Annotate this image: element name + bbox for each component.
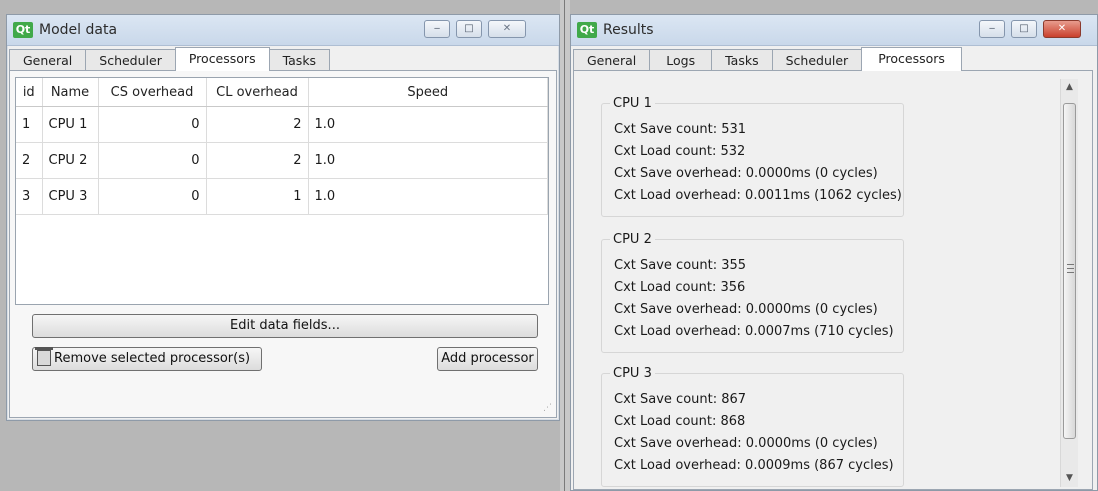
tab-scheduler[interactable]: Scheduler bbox=[85, 49, 176, 70]
minimize-button[interactable]: ‒ bbox=[979, 20, 1005, 38]
load-overhead: Cxt Load overhead: 0.0007ms (710 cycles) bbox=[614, 324, 894, 339]
results-scroll-area[interactable]: CPU 1 Cxt Save count: 531 Cxt Load count… bbox=[582, 79, 1078, 487]
tab-tasks[interactable]: Tasks bbox=[711, 49, 773, 70]
model-data-window: Qt Model data ‒ □ ✕ General Scheduler Pr… bbox=[6, 14, 560, 421]
table-header-row: id Name CS overhead CL overhead Speed bbox=[16, 78, 548, 107]
cell-id[interactable]: 3 bbox=[16, 178, 43, 215]
tab-processors[interactable]: Processors bbox=[174, 47, 270, 71]
save-overhead: Cxt Save overhead: 0.0000ms (0 cycles) bbox=[614, 166, 878, 181]
results-window: Qt Results ‒ □ ✕ General Logs Tasks Sche… bbox=[570, 14, 1098, 491]
cell-cs-overhead[interactable]: 0 bbox=[98, 106, 207, 143]
tab-general[interactable]: General bbox=[573, 49, 651, 70]
close-button[interactable]: ✕ bbox=[488, 20, 526, 38]
load-count: Cxt Load count: 532 bbox=[614, 144, 746, 159]
processor-table[interactable]: id Name CS overhead CL overhead Speed 1 … bbox=[15, 77, 549, 305]
column-header-id[interactable]: id bbox=[16, 78, 43, 107]
remove-processor-button[interactable]: Remove selected processor(s) bbox=[32, 347, 262, 371]
edit-data-fields-button[interactable]: Edit data fields... bbox=[32, 314, 538, 338]
column-header-speed[interactable]: Speed bbox=[308, 78, 548, 107]
maximize-icon: □ bbox=[464, 23, 474, 34]
model-tab-bar: General Scheduler Processors Tasks bbox=[9, 47, 331, 71]
close-icon: ✕ bbox=[502, 23, 512, 34]
save-overhead: Cxt Save overhead: 0.0000ms (0 cycles) bbox=[614, 436, 878, 451]
cell-speed[interactable]: 1.0 bbox=[308, 178, 548, 215]
tab-scheduler[interactable]: Scheduler bbox=[771, 49, 863, 70]
load-overhead: Cxt Load overhead: 0.0009ms (867 cycles) bbox=[614, 458, 894, 473]
load-overhead: Cxt Load overhead: 0.0011ms (1062 cycles… bbox=[614, 188, 902, 203]
save-count: Cxt Save count: 531 bbox=[614, 122, 747, 137]
cpu-group-title: CPU 3 bbox=[610, 366, 655, 381]
results-tab-bar: General Logs Tasks Scheduler Processors bbox=[573, 47, 962, 71]
cpu-group: CPU 1 Cxt Save count: 531 Cxt Load count… bbox=[601, 96, 904, 217]
cell-name[interactable]: CPU 2 bbox=[42, 142, 99, 179]
cell-cl-overhead[interactable]: 1 bbox=[206, 178, 309, 215]
cell-name[interactable]: CPU 3 bbox=[42, 178, 99, 215]
close-icon: ✕ bbox=[1057, 23, 1067, 34]
maximize-button[interactable]: □ bbox=[456, 20, 482, 38]
table-row[interactable]: 2 CPU 2 0 2 1.0 bbox=[16, 142, 548, 179]
load-count: Cxt Load count: 868 bbox=[614, 414, 746, 429]
save-overhead: Cxt Save overhead: 0.0000ms (0 cycles) bbox=[614, 302, 878, 317]
cell-cs-overhead[interactable]: 0 bbox=[98, 142, 207, 179]
cell-id[interactable]: 2 bbox=[16, 142, 43, 179]
tab-processors[interactable]: Processors bbox=[861, 47, 962, 71]
save-count: Cxt Save count: 355 bbox=[614, 258, 747, 273]
grip-icon bbox=[1067, 264, 1074, 273]
model-titlebar[interactable]: Qt Model data ‒ □ ✕ bbox=[7, 15, 559, 46]
save-count: Cxt Save count: 867 bbox=[614, 392, 747, 407]
scroll-up-icon[interactable]: ▲ bbox=[1061, 79, 1078, 96]
cpu-group-title: CPU 2 bbox=[610, 232, 655, 247]
add-processor-button[interactable]: Add processor bbox=[437, 347, 538, 371]
column-header-cs-overhead[interactable]: CS overhead bbox=[98, 78, 207, 107]
tab-general[interactable]: General bbox=[9, 49, 87, 70]
remove-processor-label: Remove selected processor(s) bbox=[54, 351, 251, 366]
window-title: Results bbox=[603, 22, 654, 38]
window-divider bbox=[564, 0, 565, 491]
trash-icon bbox=[35, 347, 53, 366]
qt-logo-icon: Qt bbox=[577, 22, 597, 38]
minimize-icon: ‒ bbox=[988, 23, 996, 34]
minimize-button[interactable]: ‒ bbox=[424, 20, 450, 38]
cell-cl-overhead[interactable]: 2 bbox=[206, 106, 309, 143]
table-row[interactable]: 1 CPU 1 0 2 1.0 bbox=[16, 106, 548, 143]
window-title: Model data bbox=[39, 22, 118, 38]
scroll-thumb[interactable] bbox=[1063, 103, 1076, 439]
scroll-down-icon[interactable]: ▼ bbox=[1061, 470, 1078, 487]
tab-logs[interactable]: Logs bbox=[649, 49, 713, 70]
cell-cs-overhead[interactable]: 0 bbox=[98, 178, 207, 215]
cell-id[interactable]: 1 bbox=[16, 106, 43, 143]
table-row[interactable]: 3 CPU 3 0 1 1.0 bbox=[16, 178, 548, 215]
cpu-group-title: CPU 1 bbox=[610, 96, 655, 111]
results-processors-pane: CPU 1 Cxt Save count: 531 Cxt Load count… bbox=[573, 70, 1093, 490]
close-button[interactable]: ✕ bbox=[1043, 20, 1081, 38]
cell-name[interactable]: CPU 1 bbox=[42, 106, 99, 143]
load-count: Cxt Load count: 356 bbox=[614, 280, 746, 295]
minimize-icon: ‒ bbox=[433, 23, 441, 34]
desktop-gap bbox=[560, 0, 570, 491]
qt-logo-icon: Qt bbox=[13, 22, 33, 38]
size-grip-icon[interactable]: ⋰ bbox=[543, 403, 552, 413]
column-header-cl-overhead[interactable]: CL overhead bbox=[206, 78, 309, 107]
cell-cl-overhead[interactable]: 2 bbox=[206, 142, 309, 179]
cell-speed[interactable]: 1.0 bbox=[308, 142, 548, 179]
maximize-button[interactable]: □ bbox=[1011, 20, 1037, 38]
column-header-name[interactable]: Name bbox=[42, 78, 99, 107]
vertical-scrollbar[interactable]: ▲ ▼ bbox=[1060, 79, 1078, 487]
tab-tasks[interactable]: Tasks bbox=[268, 49, 331, 70]
cpu-group: CPU 3 Cxt Save count: 867 Cxt Load count… bbox=[601, 366, 904, 487]
cell-speed[interactable]: 1.0 bbox=[308, 106, 548, 143]
cpu-group: CPU 2 Cxt Save count: 355 Cxt Load count… bbox=[601, 232, 904, 353]
processors-pane: id Name CS overhead CL overhead Speed 1 … bbox=[9, 70, 557, 418]
results-titlebar[interactable]: Qt Results ‒ □ ✕ bbox=[571, 15, 1097, 46]
maximize-icon: □ bbox=[1019, 23, 1029, 34]
